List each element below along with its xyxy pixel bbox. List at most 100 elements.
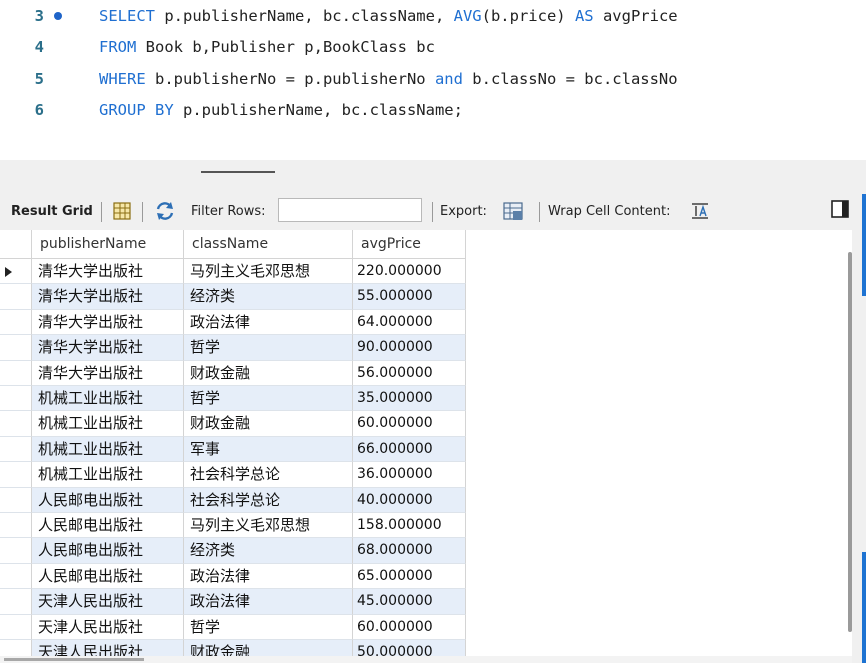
cell-avgPrice[interactable]: 65.000000 (353, 563, 466, 590)
cell-avgPrice[interactable]: 158.000000 (353, 513, 466, 539)
row-marker[interactable] (0, 335, 32, 361)
toggle-panel-icon[interactable] (830, 199, 850, 219)
row-marker[interactable] (0, 563, 32, 590)
grid-layout-icon[interactable] (111, 200, 133, 222)
cell-avgPrice[interactable]: 56.000000 (353, 360, 466, 386)
cell-className[interactable]: 哲学 (184, 614, 353, 640)
cell-publisherName[interactable]: 天津人民出版社 (32, 589, 184, 615)
table-row[interactable]: 机械工业出版社 社会科学总论 36.000000 (0, 462, 466, 488)
result-grid[interactable]: publisherName className avgPrice 清华大学出版社… (0, 230, 852, 663)
cell-className[interactable]: 军事 (184, 436, 353, 463)
code-line[interactable]: 6 GROUP BY p.publisherName, bc.className; (0, 98, 866, 122)
table-row[interactable]: 清华大学出版社 马列主义毛邓思想 220.000000 (0, 259, 466, 285)
sql-editor[interactable]: 3 SELECT p.publisherName, bc.className, A… (0, 0, 866, 160)
editor-results-splitter[interactable] (0, 160, 866, 194)
cell-avgPrice[interactable]: 90.000000 (353, 335, 466, 361)
cell-publisherName[interactable]: 人民邮电出版社 (32, 487, 184, 513)
cell-publisherName[interactable]: 机械工业出版社 (32, 436, 184, 463)
cell-publisherName[interactable]: 天津人民出版社 (32, 614, 184, 640)
side-tab-indicator[interactable] (862, 552, 866, 663)
cell-publisherName[interactable]: 机械工业出版社 (32, 462, 184, 488)
code-line[interactable]: 4 FROM Book b,Publisher p,BookClass bc (0, 35, 866, 59)
cell-publisherName[interactable]: 清华大学出版社 (32, 309, 184, 336)
cell-avgPrice[interactable]: 60.000000 (353, 411, 466, 437)
column-header-className[interactable]: className (184, 230, 353, 258)
cell-className[interactable]: 政治法律 (184, 309, 353, 336)
table-row[interactable]: 人民邮电出版社 马列主义毛邓思想 158.000000 (0, 513, 466, 539)
row-marker[interactable] (0, 360, 32, 386)
row-marker[interactable] (0, 614, 32, 640)
cell-publisherName[interactable]: 机械工业出版社 (32, 411, 184, 437)
result-grid-tab[interactable]: Result Grid (11, 194, 93, 230)
cell-avgPrice[interactable]: 64.000000 (353, 309, 466, 336)
row-marker[interactable] (0, 538, 32, 564)
table-row[interactable]: 人民邮电出版社 社会科学总论 40.000000 (0, 487, 466, 513)
cell-className[interactable]: 社会科学总论 (184, 462, 353, 488)
splitter-handle[interactable] (201, 171, 275, 173)
cell-className[interactable]: 经济类 (184, 538, 353, 564)
cell-avgPrice[interactable]: 66.000000 (353, 436, 466, 463)
cell-publisherName[interactable]: 人民邮电出版社 (32, 513, 184, 539)
cell-publisherName[interactable]: 人民邮电出版社 (32, 538, 184, 564)
table-row[interactable]: 机械工业出版社 财政金融 60.000000 (0, 411, 466, 437)
row-marker[interactable] (0, 487, 32, 513)
cell-className[interactable]: 马列主义毛邓思想 (184, 513, 353, 539)
table-row[interactable]: 清华大学出版社 财政金融 56.000000 (0, 360, 466, 386)
cell-className[interactable]: 哲学 (184, 335, 353, 361)
cell-avgPrice[interactable]: 68.000000 (353, 538, 466, 564)
table-row[interactable]: 天津人民出版社 哲学 60.000000 (0, 614, 466, 640)
cell-className[interactable]: 社会科学总论 (184, 487, 353, 513)
cell-avgPrice[interactable]: 60.000000 (353, 614, 466, 640)
code-text: FROM Book b,Publisher p,BookClass bc (99, 35, 435, 59)
row-marker[interactable] (0, 411, 32, 437)
cell-publisherName[interactable]: 清华大学出版社 (32, 284, 184, 310)
cell-publisherName[interactable]: 清华大学出版社 (32, 259, 184, 285)
table-row[interactable]: 机械工业出版社 军事 66.000000 (0, 436, 466, 463)
table-row[interactable]: 清华大学出版社 哲学 90.000000 (0, 335, 466, 361)
code-line[interactable]: 3 SELECT p.publisherName, bc.className, A… (0, 4, 866, 28)
table-row[interactable]: 清华大学出版社 经济类 55.000000 (0, 284, 466, 310)
cell-publisherName[interactable]: 机械工业出版社 (32, 386, 184, 412)
column-header-avgPrice[interactable]: avgPrice (353, 230, 466, 258)
row-marker[interactable] (0, 386, 32, 412)
cell-publisherName[interactable]: 人民邮电出版社 (32, 563, 184, 590)
row-marker[interactable] (0, 513, 32, 539)
cell-className[interactable]: 哲学 (184, 386, 353, 412)
horizontal-scrollbar[interactable] (4, 658, 144, 661)
column-header-publisherName[interactable]: publisherName (32, 230, 184, 258)
export-icon[interactable] (502, 200, 524, 222)
row-marker[interactable] (0, 589, 32, 615)
cell-publisherName[interactable]: 清华大学出版社 (32, 335, 184, 361)
cell-avgPrice[interactable]: 35.000000 (353, 386, 466, 412)
cell-avgPrice[interactable]: 55.000000 (353, 284, 466, 310)
filter-rows-input[interactable] (278, 198, 422, 222)
table-row[interactable]: 人民邮电出版社 经济类 68.000000 (0, 538, 466, 564)
side-tab-indicator[interactable] (862, 194, 866, 234)
row-marker[interactable] (0, 436, 32, 463)
wrap-text-icon[interactable] (689, 200, 711, 222)
vertical-scrollbar[interactable] (848, 252, 852, 632)
cell-avgPrice[interactable]: 36.000000 (353, 462, 466, 488)
table-row[interactable]: 天津人民出版社 政治法律 45.000000 (0, 589, 466, 615)
side-tab-indicator[interactable] (862, 234, 866, 296)
wrap-cell-content-label: Wrap Cell Content: (548, 204, 671, 219)
row-marker[interactable] (0, 309, 32, 336)
row-marker[interactable] (0, 462, 32, 488)
cell-publisherName[interactable]: 清华大学出版社 (32, 360, 184, 386)
cell-className[interactable]: 财政金融 (184, 360, 353, 386)
cell-className[interactable]: 财政金融 (184, 411, 353, 437)
table-row[interactable]: 机械工业出版社 哲学 35.000000 (0, 386, 466, 412)
row-marker[interactable] (0, 259, 32, 285)
code-line[interactable]: 5 WHERE b.publisherNo = p.publisherNo and… (0, 67, 866, 91)
table-row[interactable]: 清华大学出版社 政治法律 64.000000 (0, 309, 466, 336)
cell-className[interactable]: 政治法律 (184, 563, 353, 590)
cell-className[interactable]: 经济类 (184, 284, 353, 310)
cell-className[interactable]: 马列主义毛邓思想 (184, 259, 353, 285)
cell-avgPrice[interactable]: 45.000000 (353, 589, 466, 615)
cell-avgPrice[interactable]: 40.000000 (353, 487, 466, 513)
refresh-icon[interactable] (154, 200, 176, 222)
row-marker[interactable] (0, 284, 32, 310)
cell-className[interactable]: 政治法律 (184, 589, 353, 615)
cell-avgPrice[interactable]: 220.000000 (353, 259, 466, 285)
table-row[interactable]: 人民邮电出版社 政治法律 65.000000 (0, 563, 466, 590)
